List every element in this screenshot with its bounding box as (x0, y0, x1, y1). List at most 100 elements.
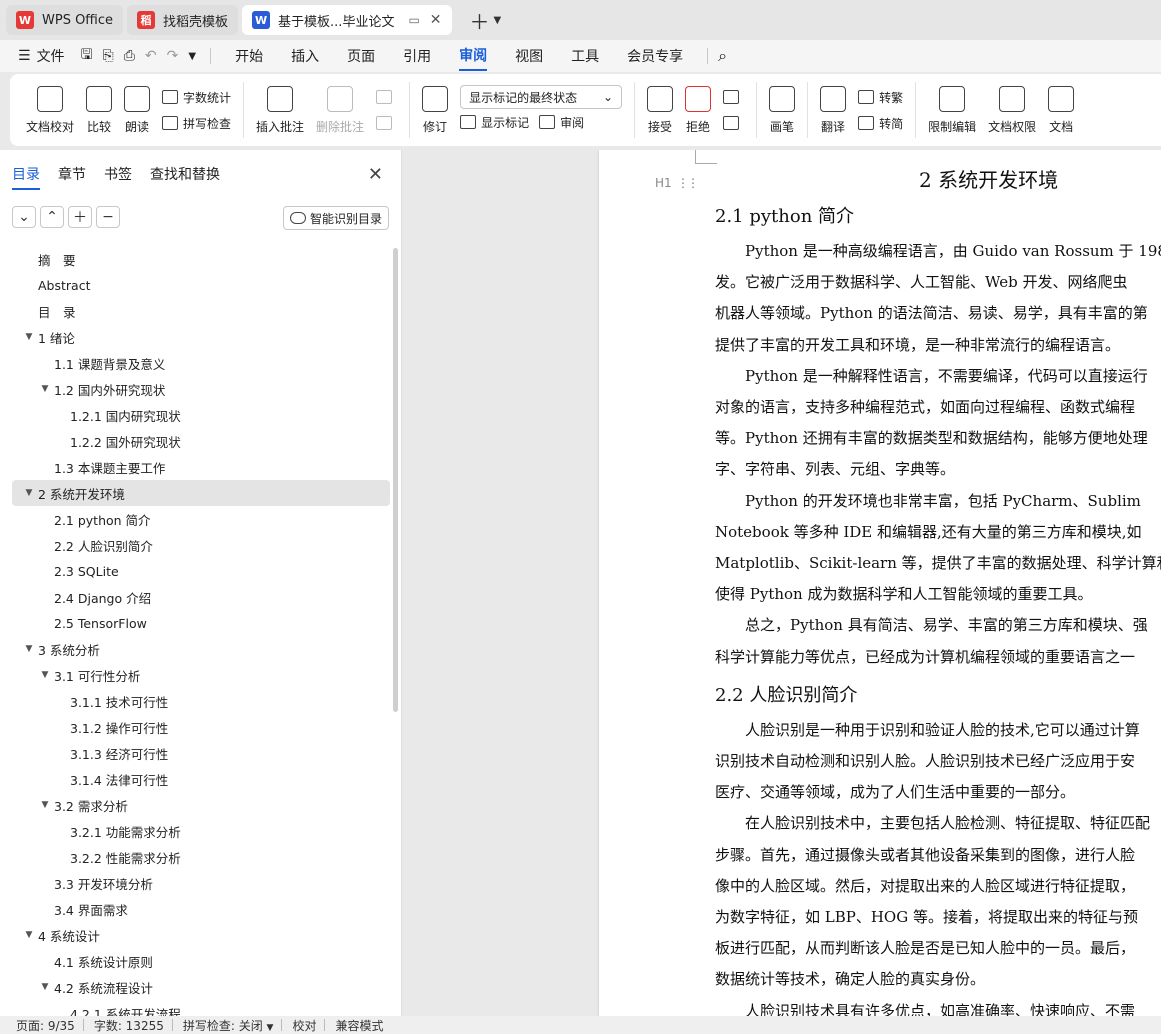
tab-docer-templates[interactable]: 稻 找稻壳模板 (127, 5, 239, 35)
tab-review[interactable]: 审阅 (459, 41, 488, 71)
toc-item[interactable]: 4.1 系统设计原则 (12, 948, 390, 974)
word-count-indicator[interactable]: 字数: 13255 (94, 1017, 164, 1034)
redo-icon[interactable]: ↷ (167, 48, 179, 64)
doc-permission-button[interactable]: 文档权限 (988, 85, 1036, 135)
toc-item[interactable]: 3.1.4 法律可行性 (12, 766, 390, 792)
doc-check-button[interactable]: 文档校对 (26, 85, 74, 135)
more-commands-icon[interactable]: ▼ (188, 51, 196, 62)
expand-arrow-icon[interactable]: ▼ (22, 332, 36, 342)
toc-item[interactable]: 3.2.2 性能需求分析 (12, 844, 390, 870)
tab-wps-office[interactable]: W WPS Office (6, 5, 124, 35)
to-traditional-button[interactable]: 转繁 (858, 84, 903, 110)
tab-home[interactable]: 开始 (235, 42, 263, 70)
toc-item[interactable]: 2.3 SQLite (12, 558, 390, 584)
prev-change-button[interactable] (723, 84, 744, 110)
next-change-button[interactable] (723, 110, 744, 136)
toc-item[interactable]: ▼ 4 系统设计 (12, 922, 390, 948)
toc-item[interactable]: ▼ 3 系统分析 (12, 636, 390, 662)
toc-item[interactable]: 2.2 人脸识别简介 (12, 532, 390, 558)
compare-button[interactable]: 比较 (86, 85, 113, 135)
close-panel-icon[interactable]: ✕ (368, 164, 383, 185)
search-icon[interactable]: ⌕ (718, 46, 727, 66)
save-icon[interactable]: 🖫 (81, 44, 93, 68)
delete-comment-button[interactable]: 删除批注 (316, 85, 364, 135)
next-comment-button[interactable] (376, 110, 397, 136)
export-icon[interactable]: ⎘ (103, 48, 114, 64)
toc-scrollbar[interactable] (393, 248, 398, 712)
expand-arrow-icon[interactable]: ▼ (22, 930, 36, 940)
undo-icon[interactable]: ↶ (145, 48, 157, 64)
toc-item[interactable]: 3.3 开发环境分析 (12, 870, 390, 896)
nav-tab-bookmarks[interactable]: 书签 (104, 164, 132, 190)
spell-check-button[interactable]: 拼写检查 (162, 110, 231, 136)
toc-item[interactable]: 3.2.1 功能需求分析 (12, 818, 390, 844)
accept-button[interactable]: 接受 (647, 85, 674, 135)
expand-arrow-icon[interactable]: ▼ (38, 384, 52, 394)
new-tab-button[interactable]: ＋ ▼ (470, 6, 502, 35)
toc-item[interactable]: 目 录 (12, 298, 390, 324)
tab-view[interactable]: 视图 (515, 42, 543, 70)
expand-arrow-icon[interactable]: ▼ (22, 644, 36, 654)
toc-item[interactable]: ▼ 3.1 可行性分析 (12, 662, 390, 688)
tab-tools[interactable]: 工具 (571, 42, 599, 70)
window-mode-icon[interactable]: ▭ (408, 13, 419, 27)
toc-item[interactable]: ▼ 2 系统开发环境 (12, 480, 390, 506)
markup-mode-select[interactable]: 显示标记的最终状态 ⌄ (460, 85, 623, 109)
spell-check-status[interactable]: 拼写检查: 关闭 ▼ (183, 1017, 274, 1034)
toc-item[interactable]: 3.1.1 技术可行性 (12, 688, 390, 714)
reject-button[interactable]: 拒绝 (685, 85, 712, 135)
insert-comment-button[interactable]: 插入批注 (256, 85, 304, 135)
tab-thesis-document[interactable]: W 基于模板...毕业论文 ▭ ✕ (242, 5, 452, 35)
smart-toc-button[interactable]: 智能识别目录 (282, 206, 389, 230)
toc-item[interactable]: ▼ 4.2 系统流程设计 (12, 974, 390, 1000)
close-tab-icon[interactable]: ✕ (430, 12, 442, 28)
expand-arrow-icon[interactable]: ▼ (38, 982, 52, 992)
prev-comment-button[interactable] (376, 84, 397, 110)
read-aloud-button[interactable]: 朗读 (124, 85, 151, 135)
to-simplified-button[interactable]: 转简 (858, 110, 903, 136)
toc-item[interactable]: 1.1 课题背景及意义 (12, 350, 390, 376)
expand-arrow-icon[interactable]: ▼ (22, 488, 36, 498)
toc-item[interactable]: ▼ 1 绪论 (12, 324, 390, 350)
restrict-edit-button[interactable]: 限制编辑 (928, 85, 976, 135)
toc-item[interactable]: 2.5 TensorFlow (12, 610, 390, 636)
toc-item[interactable]: 1.2.1 国内研究现状 (12, 402, 390, 428)
nav-tab-find-replace[interactable]: 查找和替换 (150, 164, 220, 190)
translate-button[interactable]: 翻译 (820, 85, 847, 135)
show-markup-button[interactable]: 显示标记 (460, 109, 529, 135)
nav-tab-sections[interactable]: 章节 (58, 164, 86, 190)
file-menu[interactable]: ☰ 文件 (18, 46, 65, 66)
review-pane-button[interactable]: 审阅 (539, 109, 584, 135)
remove-heading-button[interactable]: − (96, 206, 120, 228)
toc-item[interactable]: 3.4 界面需求 (12, 896, 390, 922)
tab-references[interactable]: 引用 (403, 42, 431, 70)
toc-item[interactable]: 2.4 Django 介绍 (12, 584, 390, 610)
tab-insert[interactable]: 插入 (291, 42, 319, 70)
toc-item[interactable]: 摘 要 (12, 246, 390, 272)
doc-more-button[interactable]: 文档 (1048, 85, 1075, 135)
print-preview-icon[interactable]: ⎙ (124, 48, 135, 64)
nav-tab-toc[interactable]: 目录 (12, 164, 40, 190)
revise-button[interactable]: 修订 (422, 85, 449, 135)
collapse-up-button[interactable]: ⌃ (40, 206, 64, 228)
toc-item[interactable]: ▼ 1.2 国内外研究现状 (12, 376, 390, 402)
toc-item[interactable]: Abstract (12, 272, 390, 298)
pen-button[interactable]: 画笔 (769, 85, 796, 135)
tab-page[interactable]: 页面 (347, 42, 375, 70)
document-page[interactable]: H1 ⋮⋮ 2 系统开发环境 2.1 python 简介 Python 是一种高… (599, 150, 1161, 1016)
word-count-button[interactable]: 字数统计 (162, 84, 231, 110)
toc-item[interactable]: 2.1 python 简介 (12, 506, 390, 532)
expand-arrow-icon[interactable]: ▼ (38, 670, 52, 680)
page-indicator[interactable]: 页面: 9/35 (16, 1017, 75, 1034)
toc-item[interactable]: 1.3 本课题主要工作 (12, 454, 390, 480)
toc-item[interactable]: ▼ 3.2 需求分析 (12, 792, 390, 818)
toc-item[interactable]: 1.2.2 国外研究现状 (12, 428, 390, 454)
toc-item[interactable]: 3.1.3 经济可行性 (12, 740, 390, 766)
expand-down-button[interactable]: ⌄ (12, 206, 36, 228)
add-heading-button[interactable]: ＋ (68, 206, 92, 228)
expand-arrow-icon[interactable]: ▼ (38, 800, 52, 810)
tab-member[interactable]: 会员专享 (627, 42, 683, 70)
toc-item[interactable]: 3.1.2 操作可行性 (12, 714, 390, 740)
drag-handle-icon[interactable]: ⋮⋮ (677, 176, 699, 190)
proof-status[interactable]: 校对 (292, 1017, 316, 1034)
